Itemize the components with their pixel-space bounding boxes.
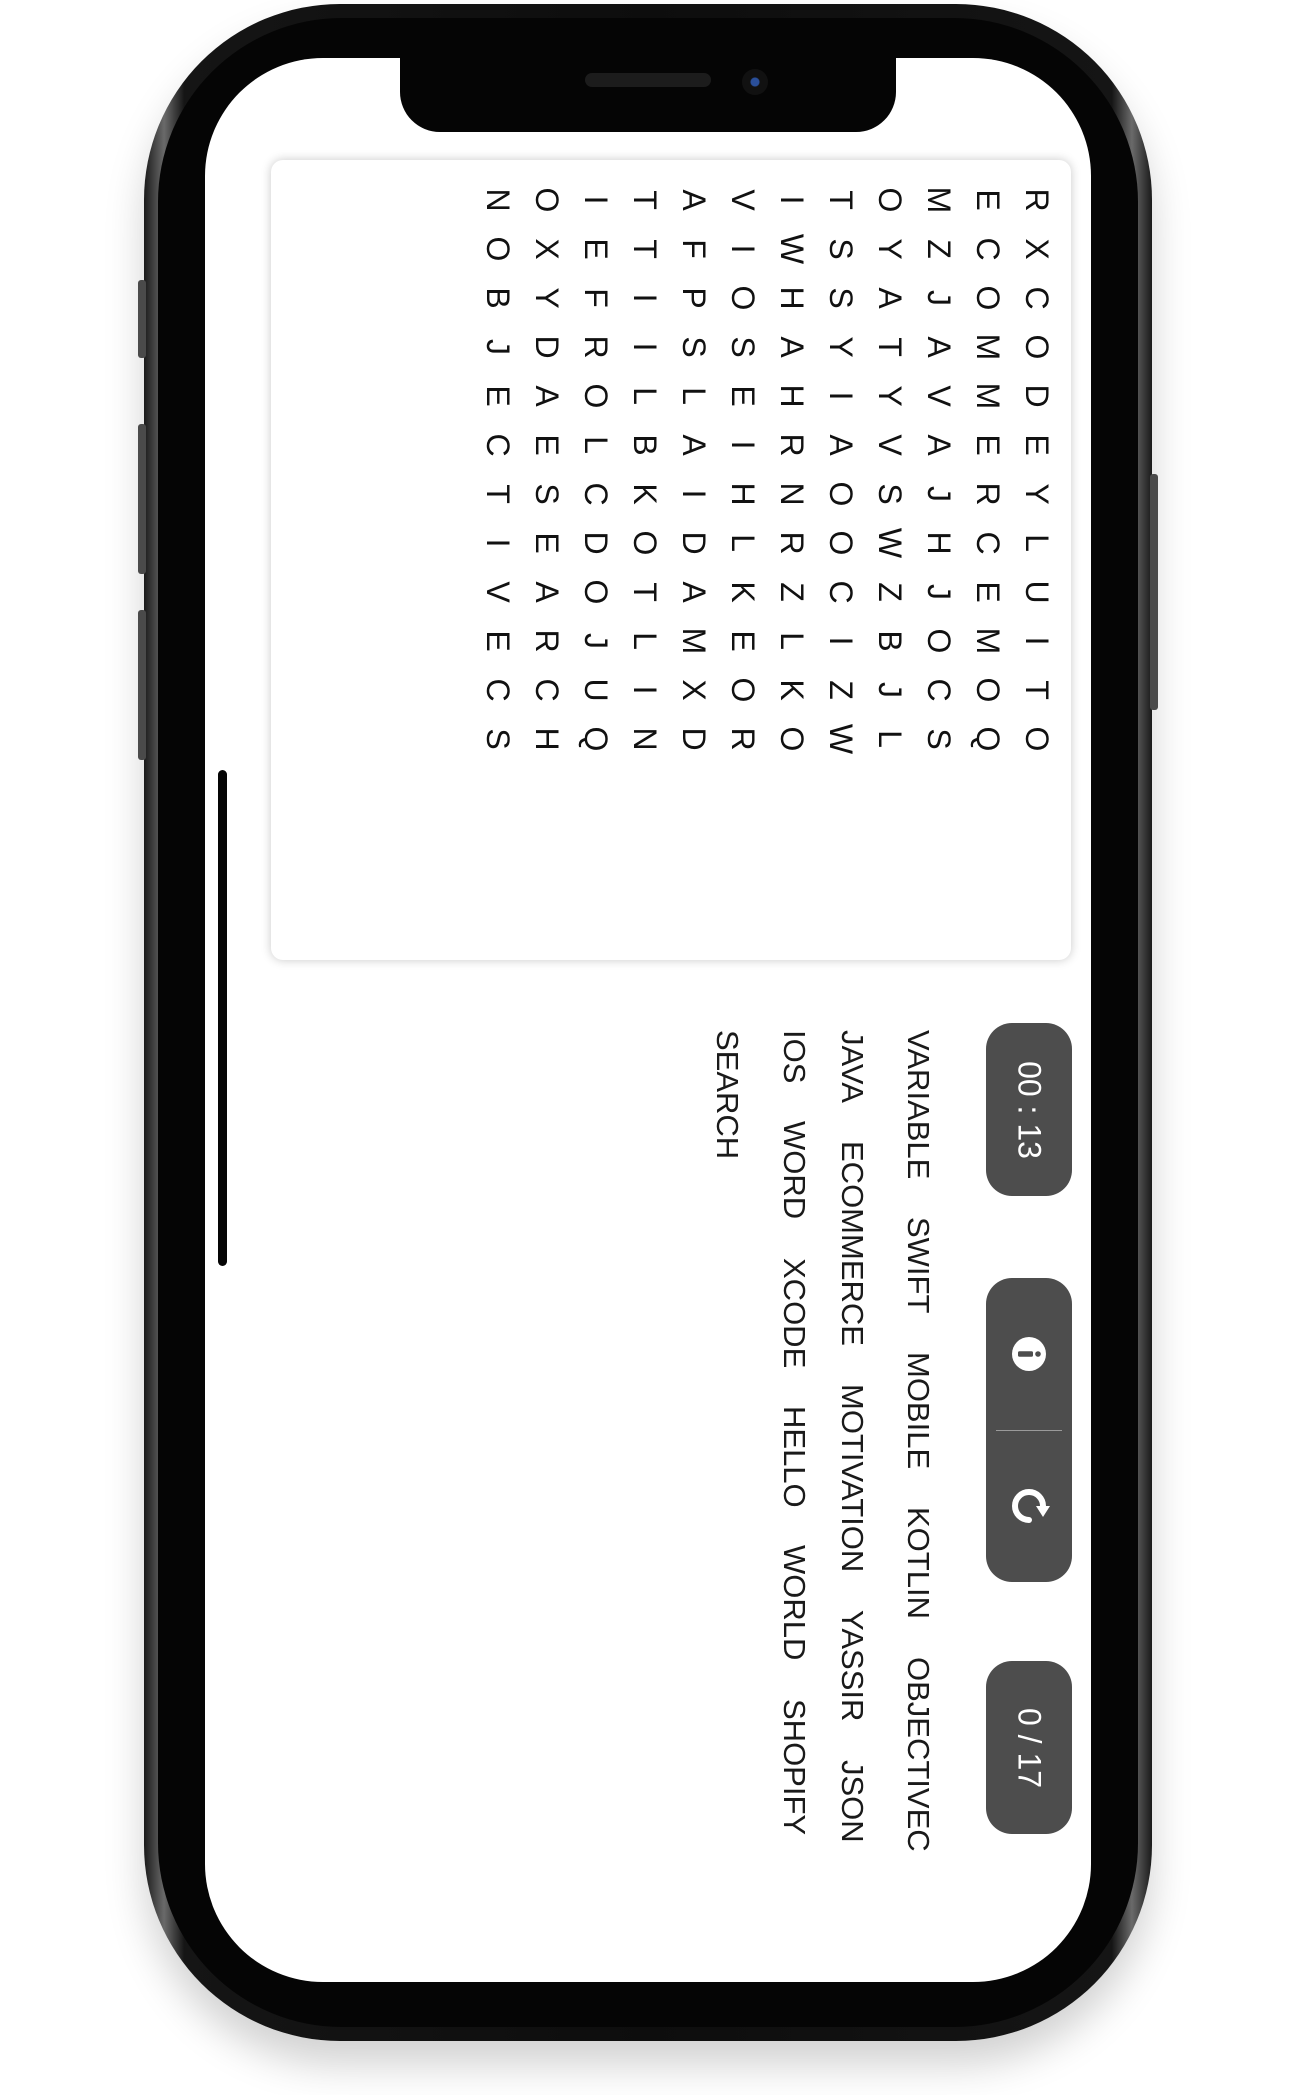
word-list-item: OBJECTIVEC [901,1656,936,1852]
volume-down-button [138,610,146,760]
word-list-item: SEARCH [710,1030,745,1160]
grid-letter[interactable]: S [468,709,528,769]
mute-switch [138,280,146,358]
timer-badge: 00 : 13 [986,1023,1072,1196]
word-list-item: JSON [835,1759,870,1843]
word-list-item: XCODE [777,1257,812,1368]
word-list-item: KOTLIN [901,1506,936,1619]
word-list-item: WORLD [777,1545,812,1661]
word-list-item: SHOPIFY [777,1698,812,1835]
word-list-item: ECOMMERCE [835,1140,870,1346]
word-list-item: HELLO [777,1405,812,1508]
action-buttons [986,1278,1072,1582]
power-button [1150,474,1158,710]
info-icon [1012,1337,1046,1371]
word-list-item: MOBILE [901,1351,936,1469]
score-value: 0 / 17 [1011,1707,1048,1788]
refresh-button[interactable] [986,1430,1072,1582]
info-button[interactable] [986,1278,1072,1430]
word-list-item: IOS [777,1030,812,1084]
word-list-item: SWIFT [901,1217,936,1314]
refresh-icon [1012,1489,1050,1523]
score-badge: 0 / 17 [986,1661,1072,1834]
word-list-item: WORD [777,1121,812,1220]
word-list-item: MOTIVATION [835,1383,870,1573]
volume-up-button [138,424,146,574]
speaker-grille [585,73,711,87]
word-search-grid[interactable]: RXCODEYLUITOECOMMERCEMOQMZJAVAJHJOCSOYAT… [271,160,1071,960]
word-list-item: YASSIR [835,1610,870,1722]
word-list-item: JAVA [835,1030,870,1103]
timer-value: 00 : 13 [1011,1060,1048,1159]
front-camera [742,69,768,95]
home-indicator[interactable] [218,770,227,1266]
notch [400,58,896,132]
word-list-item: VARIABLE [901,1030,936,1180]
